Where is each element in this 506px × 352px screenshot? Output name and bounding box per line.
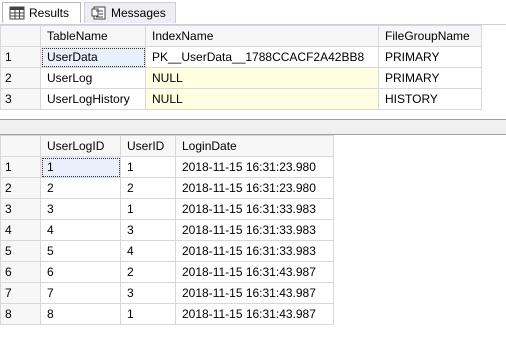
table-row: 6 6 2 2018-11-15 16:31:43.987 — [0, 261, 334, 283]
results-grid-2[interactable]: UserLogID UserID LoginDate 1 1 1 2018-11… — [0, 135, 506, 352]
grid-cell[interactable]: 1 — [120, 303, 176, 325]
grid-cell[interactable]: PK__UserData__1788CCACF2A42BB8 — [145, 46, 379, 68]
grid-cell[interactable]: 1 — [40, 156, 121, 178]
table-row: 1 1 1 2018-11-15 16:31:23.980 — [0, 156, 334, 178]
table-row: 1 UserData PK__UserData__1788CCACF2A42BB… — [0, 46, 482, 68]
grid-cell[interactable]: 2018-11-15 16:31:33.983 — [175, 219, 334, 241]
column-header-logindate[interactable]: LoginDate — [175, 135, 334, 157]
row-number[interactable]: 5 — [0, 240, 41, 262]
table-row: 3 UserLogHistory NULL HISTORY — [0, 88, 482, 110]
grid-cell[interactable]: HISTORY — [378, 88, 482, 110]
row-number[interactable]: 7 — [0, 282, 41, 304]
grid-1-header-row: TableName IndexName FileGroupName — [0, 25, 482, 47]
row-header-corner[interactable] — [0, 25, 41, 47]
grid-cell[interactable]: 5 — [40, 240, 121, 262]
results-tabstrip: Results Messages — [0, 0, 506, 25]
grid-cell[interactable]: 3 — [120, 219, 176, 241]
grid-cell[interactable]: UserLog — [40, 67, 146, 89]
null-cell[interactable]: NULL — [145, 88, 379, 110]
row-number[interactable]: 2 — [0, 177, 41, 199]
grid-cell[interactable]: 2018-11-15 16:31:23.980 — [175, 177, 334, 199]
row-number[interactable]: 2 — [0, 67, 41, 89]
table-row: 7 7 3 2018-11-15 16:31:43.987 — [0, 282, 334, 304]
grid-2-table: UserLogID UserID LoginDate 1 1 1 2018-11… — [0, 135, 334, 325]
tab-messages-label: Messages — [111, 6, 166, 20]
grid-cell[interactable]: UserData — [40, 46, 146, 68]
row-number[interactable]: 4 — [0, 219, 41, 241]
grid-cell[interactable]: 2018-11-15 16:31:33.983 — [175, 198, 334, 220]
grid-cell[interactable]: 4 — [120, 240, 176, 262]
grid-cell[interactable]: PRIMARY — [378, 46, 482, 68]
grid-cell[interactable]: 1 — [120, 198, 176, 220]
grid-cell[interactable]: 2 — [120, 261, 176, 283]
column-header-tablename[interactable]: TableName — [40, 25, 146, 47]
row-header-corner[interactable] — [0, 135, 41, 157]
row-number[interactable]: 8 — [0, 303, 41, 325]
grid-cell[interactable]: 2 — [120, 177, 176, 199]
grid-cell[interactable]: 2018-11-15 16:31:43.987 — [175, 261, 334, 283]
grid-cell[interactable]: 7 — [40, 282, 121, 304]
row-number[interactable]: 3 — [0, 88, 41, 110]
grid-cell[interactable]: 1 — [120, 156, 176, 178]
table-row: 4 4 3 2018-11-15 16:31:33.983 — [0, 219, 334, 241]
table-row: 2 UserLog NULL PRIMARY — [0, 67, 482, 89]
tab-results[interactable]: Results — [2, 2, 81, 23]
grid-cell[interactable]: PRIMARY — [378, 67, 482, 89]
column-header-userid[interactable]: UserID — [120, 135, 176, 157]
table-row: 5 5 4 2018-11-15 16:31:33.983 — [0, 240, 334, 262]
row-number[interactable]: 1 — [0, 156, 41, 178]
row-number[interactable]: 6 — [0, 261, 41, 283]
table-row: 8 8 1 2018-11-15 16:31:43.987 — [0, 303, 334, 325]
grid-cell[interactable]: 2018-11-15 16:31:33.983 — [175, 240, 334, 262]
table-row: 3 3 1 2018-11-15 16:31:33.983 — [0, 198, 334, 220]
grid-cell[interactable]: 6 — [40, 261, 121, 283]
grid-splitter[interactable] — [0, 120, 506, 135]
column-header-indexname[interactable]: IndexName — [145, 25, 379, 47]
grid-cell[interactable]: 2018-11-15 16:31:43.987 — [175, 282, 334, 304]
grid-cell[interactable]: 3 — [40, 198, 121, 220]
grid-cell[interactable]: 8 — [40, 303, 121, 325]
results-grid-1[interactable]: TableName IndexName FileGroupName 1 User… — [0, 25, 506, 120]
row-number[interactable]: 3 — [0, 198, 41, 220]
grid-cell[interactable]: UserLogHistory — [40, 88, 146, 110]
grid-1-table: TableName IndexName FileGroupName 1 User… — [0, 25, 482, 110]
column-header-filegroupname[interactable]: FileGroupName — [378, 25, 482, 47]
tab-messages[interactable]: Messages — [84, 2, 176, 23]
grid-cell[interactable]: 2018-11-15 16:31:43.987 — [175, 303, 334, 325]
grid-cell[interactable]: 2018-11-15 16:31:23.980 — [175, 156, 334, 178]
row-number[interactable]: 1 — [0, 46, 41, 68]
messages-icon — [91, 6, 107, 20]
grid-2-header-row: UserLogID UserID LoginDate — [0, 135, 334, 157]
null-cell[interactable]: NULL — [145, 67, 379, 89]
tab-results-label: Results — [29, 6, 70, 20]
grid-cell[interactable]: 2 — [40, 177, 121, 199]
grid-cell[interactable]: 3 — [120, 282, 176, 304]
column-header-userlogid[interactable]: UserLogID — [40, 135, 121, 157]
table-row: 2 2 2 2018-11-15 16:31:23.980 — [0, 177, 334, 199]
grid-cell[interactable]: 4 — [40, 219, 121, 241]
grid-icon — [9, 6, 25, 20]
